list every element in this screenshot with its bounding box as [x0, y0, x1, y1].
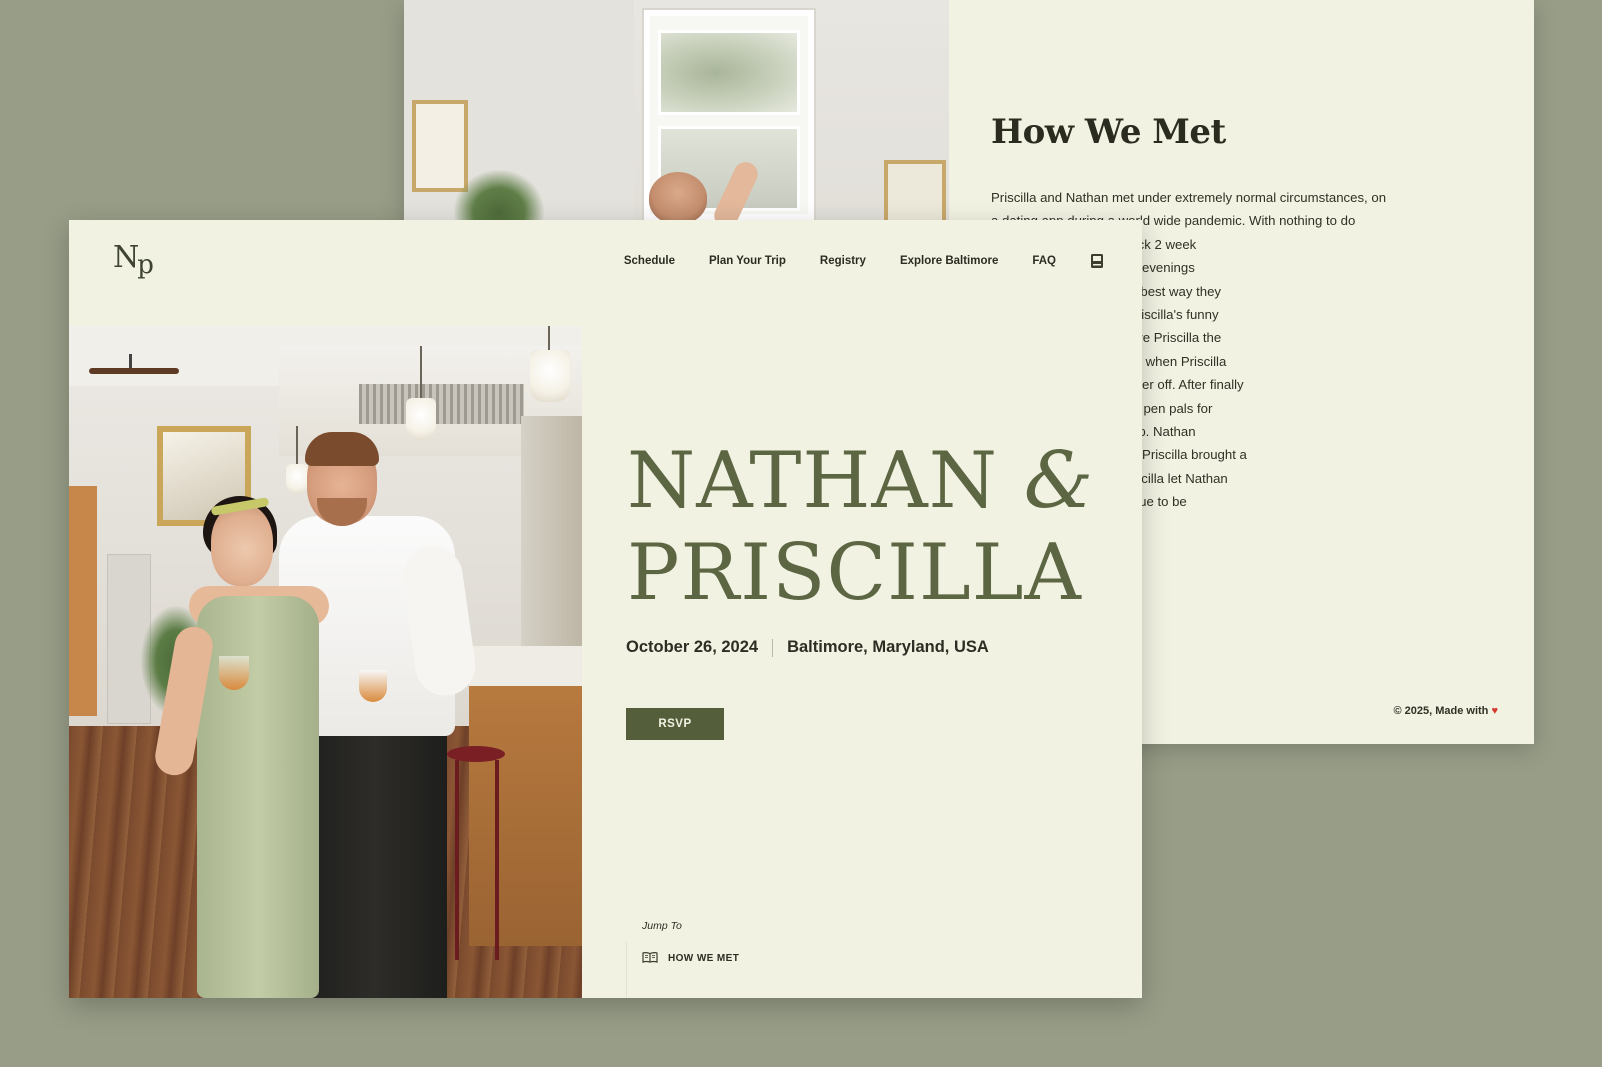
ampersand: &: [1023, 436, 1095, 526]
footer-text: © 2025, Made with: [1393, 705, 1489, 717]
nav-faq[interactable]: FAQ: [1032, 255, 1056, 267]
book-open-icon: [642, 951, 658, 966]
couple-hero-photo: [69, 326, 582, 998]
pendant-lamp: [286, 464, 308, 494]
meta-divider: [772, 638, 774, 657]
nav-plan-your-trip[interactable]: Plan Your Trip: [709, 255, 786, 267]
jump-link-label: HOW WE MET: [668, 953, 740, 964]
name-priscilla: PRISCILLA: [627, 528, 1082, 618]
nav-explore-baltimore[interactable]: Explore Baltimore: [900, 255, 998, 267]
logo-letter-p: p: [137, 250, 154, 280]
couple-names-heading: NATHAN & PRISCILLA: [627, 435, 1094, 619]
story-line: Priscilla and Nathan met under extremely…: [991, 190, 1387, 205]
name-nathan: NATHAN: [627, 436, 1024, 526]
site-footer: © 2025, Made with ♥: [1393, 705, 1498, 717]
jump-divider: [626, 942, 627, 998]
ceiling-fan: [89, 368, 179, 374]
pendant-lamp: [406, 398, 436, 440]
book-icon[interactable]: [1090, 253, 1104, 269]
jump-link-how-we-met[interactable]: HOW WE MET: [642, 951, 739, 966]
jump-to-label: Jump To: [642, 920, 682, 932]
event-date: October 26, 2024: [626, 638, 759, 656]
nav-registry[interactable]: Registry: [820, 255, 866, 267]
how-we-met-title: How We Met: [991, 112, 1226, 152]
event-location: Baltimore, Maryland, USA: [787, 638, 989, 656]
rsvp-button[interactable]: RSVP: [626, 708, 724, 740]
nav-schedule[interactable]: Schedule: [624, 255, 675, 267]
site-logo[interactable]: Np: [113, 240, 154, 280]
pendant-lamp: [530, 350, 570, 402]
logo-letter-n: N: [113, 240, 139, 275]
main-nav: Schedule Plan Your Trip Registry Explore…: [624, 253, 1104, 269]
event-details: October 26, 2024 Baltimore, Maryland, US…: [626, 638, 989, 657]
hero-page: Np Schedule Plan Your Trip Registry Expl…: [69, 220, 1142, 998]
heart-icon: ♥: [1491, 705, 1498, 717]
